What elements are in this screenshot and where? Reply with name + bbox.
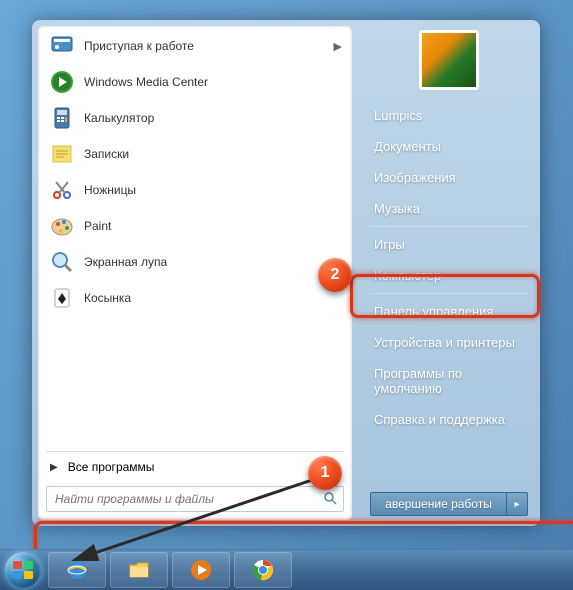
program-getting-started[interactable]: Приступая к работе ▶ xyxy=(40,28,350,64)
getting-started-icon xyxy=(48,32,76,60)
user-avatar[interactable] xyxy=(419,30,479,90)
right-item-documents[interactable]: Документы xyxy=(364,131,534,162)
taskbar-wmp[interactable] xyxy=(172,552,230,588)
right-item-help[interactable]: Справка и поддержка xyxy=(364,404,534,435)
program-label: Paint xyxy=(84,219,342,233)
divider xyxy=(46,451,344,452)
taskbar xyxy=(0,549,573,590)
program-paint[interactable]: Paint xyxy=(40,208,350,244)
program-label: Косынка xyxy=(84,291,342,305)
right-item-default-programs[interactable]: Программы по умолчанию xyxy=(364,358,534,404)
right-item-games[interactable]: Игры xyxy=(364,229,534,260)
folder-icon xyxy=(126,557,152,583)
program-wmc[interactable]: Windows Media Center xyxy=(40,64,350,100)
shutdown-row: авершение работы ▸ xyxy=(370,492,528,516)
calculator-icon xyxy=(48,104,76,132)
start-menu-left-panel: Приступая к работе ▶ Windows Media Cente… xyxy=(38,26,352,520)
submenu-arrow-icon: ▶ xyxy=(334,40,342,53)
program-label: Windows Media Center xyxy=(84,75,342,89)
right-item-pictures[interactable]: Изображения xyxy=(364,162,534,193)
shutdown-options-button[interactable]: ▸ xyxy=(507,492,528,516)
program-label: Калькулятор xyxy=(84,111,342,125)
search-icon xyxy=(323,491,337,508)
program-calculator[interactable]: Калькулятор xyxy=(40,100,350,136)
ie-icon xyxy=(64,557,90,583)
right-item-computer[interactable]: Компьютер xyxy=(364,260,534,291)
divider xyxy=(370,226,528,227)
program-sticky-notes[interactable]: Записки xyxy=(40,136,350,172)
search-input[interactable] xyxy=(53,491,323,507)
solitaire-icon xyxy=(48,284,76,312)
right-item-devices[interactable]: Устройства и принтеры xyxy=(364,327,534,358)
chevron-right-icon: ▶ xyxy=(50,462,58,473)
taskbar-ie[interactable] xyxy=(48,552,106,588)
start-menu: Приступая к работе ▶ Windows Media Cente… xyxy=(32,20,540,526)
right-item-user[interactable]: Lumpics xyxy=(364,100,534,131)
start-menu-right-panel: Lumpics Документы Изображения Музыка Игр… xyxy=(358,20,540,526)
program-label: Экранная лупа xyxy=(84,255,342,269)
sticky-notes-icon xyxy=(48,140,76,168)
program-label: Записки xyxy=(84,147,342,161)
program-magnifier[interactable]: Экранная лупа xyxy=(40,244,350,280)
taskbar-explorer[interactable] xyxy=(110,552,168,588)
all-programs-button[interactable]: ▶ Все программы xyxy=(38,454,352,480)
program-snipping-tool[interactable]: Ножницы xyxy=(40,172,350,208)
windows-logo-icon xyxy=(13,561,33,579)
start-button[interactable] xyxy=(2,551,44,589)
program-label: Ножницы xyxy=(84,183,342,197)
wmp-icon xyxy=(188,557,214,583)
wmc-icon xyxy=(48,68,76,96)
program-label: Приступая к работе xyxy=(84,39,334,53)
divider xyxy=(370,293,528,294)
search-box[interactable] xyxy=(46,486,344,512)
magnifier-icon xyxy=(48,248,76,276)
paint-icon xyxy=(48,212,76,240)
right-item-control-panel[interactable]: Панель управления xyxy=(364,296,534,327)
chrome-icon xyxy=(250,557,276,583)
taskbar-chrome[interactable] xyxy=(234,552,292,588)
right-item-music[interactable]: Музыка xyxy=(364,193,534,224)
scissors-icon xyxy=(48,176,76,204)
program-solitaire[interactable]: Косынка xyxy=(40,280,350,316)
recent-programs-list: Приступая к работе ▶ Windows Media Cente… xyxy=(38,26,352,449)
shutdown-button[interactable]: авершение работы xyxy=(370,492,507,516)
all-programs-label: Все программы xyxy=(68,460,155,474)
